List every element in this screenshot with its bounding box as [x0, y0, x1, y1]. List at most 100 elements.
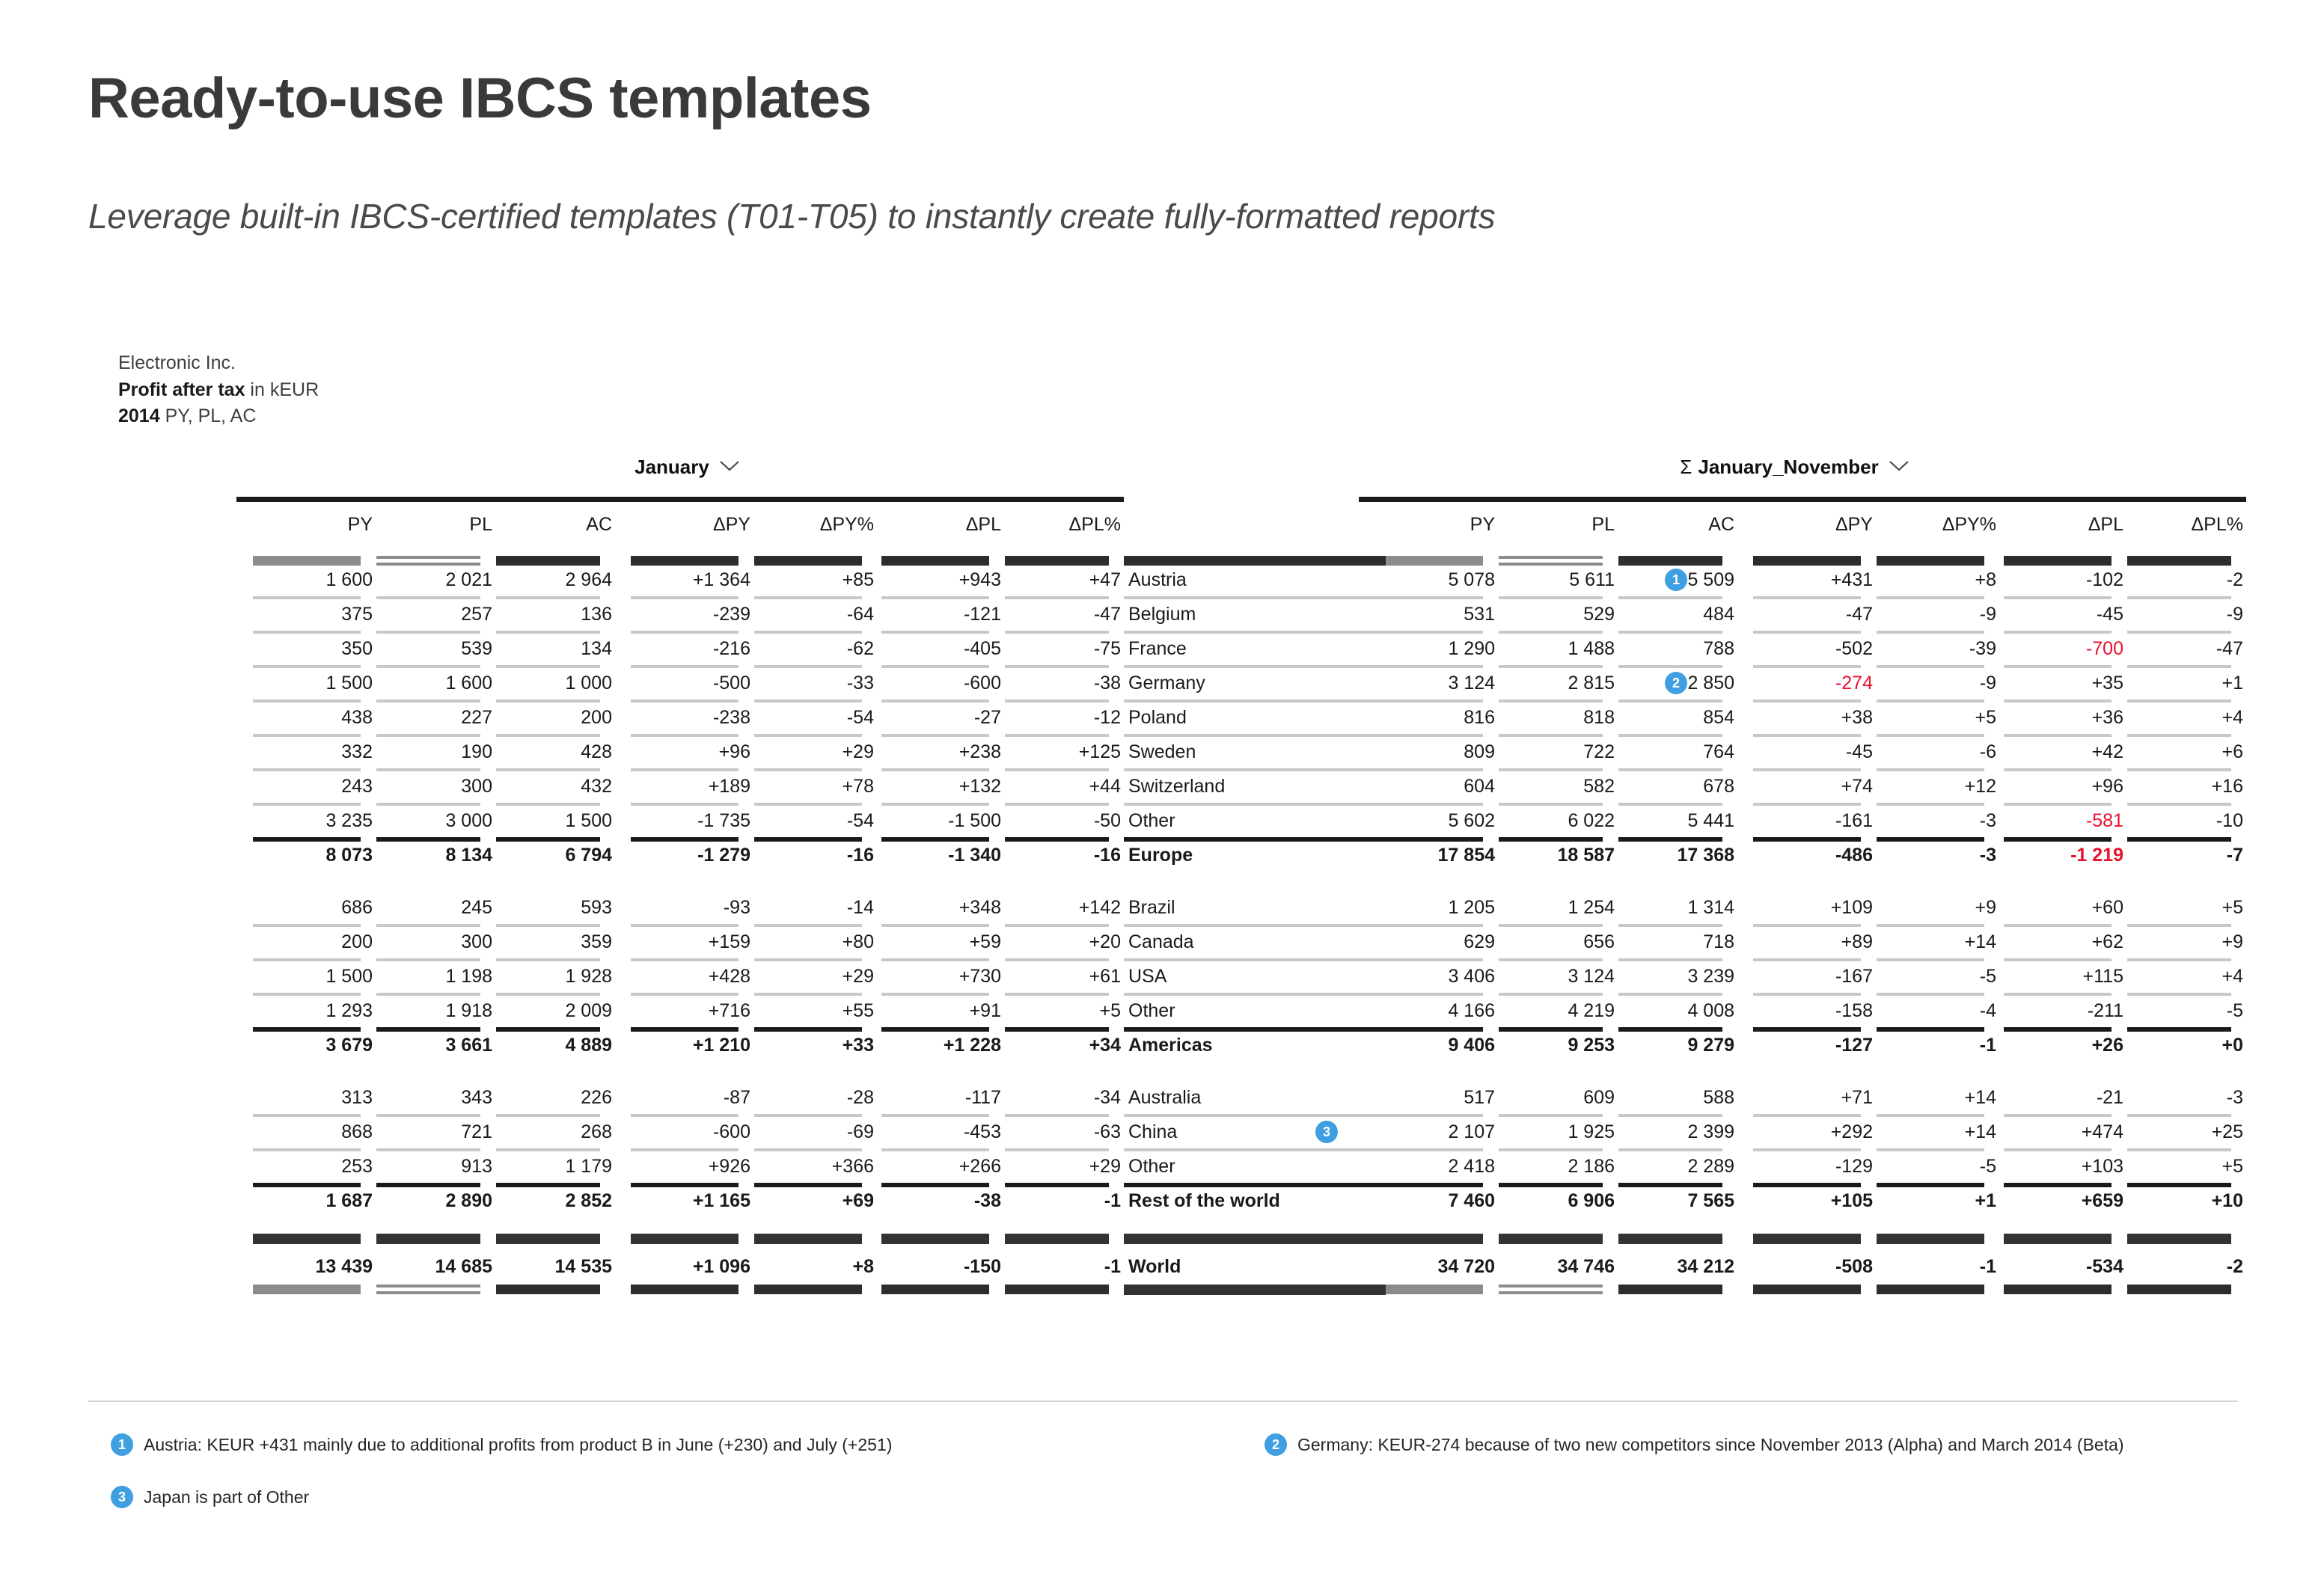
row-sep-left-1-5 — [881, 630, 989, 634]
row-label-16: Other — [1128, 1155, 1175, 1177]
row-sep-right-9-6 — [2127, 923, 2231, 927]
report-header: Electronic Inc. Profit after tax in kEUR… — [118, 350, 2146, 430]
slide-canvas: Ready-to-use IBCS templates Leverage bui… — [0, 0, 2324, 1592]
footnote-marker-3-inline[interactable]: 3 — [1315, 1120, 1338, 1143]
footer-kpi-left-delta-6 — [1005, 1284, 1109, 1294]
footnote-2: 2 Germany: KEUR-274 because of two new co… — [1265, 1433, 2124, 1457]
cell-right-12-6: -5 — [2226, 999, 2243, 1021]
footnote-marker-2-inline[interactable]: 2 — [1665, 671, 1687, 694]
panel-title-left[interactable]: January — [492, 456, 881, 479]
row-sep-left-6-0 — [253, 802, 361, 806]
row-sep-left-11-4 — [754, 992, 862, 996]
cell-left-16-6: +29 — [1089, 1155, 1121, 1177]
row-sep-left-4-5 — [881, 733, 989, 737]
chevron-down-icon[interactable] — [1889, 460, 1909, 471]
footer-kpi-left-py-0 — [253, 1284, 361, 1294]
kpi-marker-right-py-0 — [1375, 555, 1483, 566]
row-sep-left-11-3 — [631, 992, 739, 996]
footnote-3: 3 Japan is part of Other — [111, 1486, 309, 1510]
row-sep-right-10-1 — [1499, 958, 1603, 961]
kpi-marker-right-delta-3 — [1753, 555, 1861, 566]
row-sep-right-14-0 — [1375, 1113, 1483, 1117]
row-sep-right-14-4 — [1877, 1113, 1984, 1117]
footnote-marker-3[interactable]: 3 — [111, 1486, 133, 1508]
kpi-marker-right-ac-2 — [1618, 555, 1722, 566]
row-sep-left-10-5 — [881, 958, 989, 961]
row-sep-right-15-2 — [1618, 1148, 1722, 1151]
footer-kpi-left-delta-4 — [754, 1284, 862, 1294]
row-sep-left-2-3 — [631, 664, 739, 668]
group-rule-left-7-2 — [496, 836, 600, 842]
row-sep-left-5-6 — [1005, 768, 1109, 771]
row-sep-right-15-3 — [1753, 1148, 1861, 1151]
row-sep-left-10-3 — [631, 958, 739, 961]
group-rule-right-16-4 — [1877, 1182, 1984, 1187]
cell-right-0-6: -2 — [2226, 569, 2243, 590]
row-sep-left-1-6 — [1005, 630, 1109, 634]
row-sep-right-1-2 — [1618, 630, 1722, 634]
label-sep-14 — [1124, 1113, 1386, 1117]
row-sep-left-4-1 — [376, 733, 480, 737]
row-sep-left-14-4 — [754, 1113, 862, 1117]
row-sep-right-10-3 — [1753, 958, 1861, 961]
footnote-marker-2[interactable]: 2 — [1265, 1433, 1287, 1456]
chevron-down-icon[interactable] — [720, 460, 739, 471]
group-rule-right-12-4 — [1877, 1026, 1984, 1032]
row-label-10: Canada — [1128, 931, 1194, 952]
row-sep-right-15-6 — [2127, 1148, 2231, 1151]
label-group-rule-12 — [1124, 1026, 1386, 1032]
row-sep-right-5-1 — [1499, 768, 1603, 771]
measure-name: Profit after tax — [118, 379, 245, 400]
row-sep-right-6-6 — [2127, 802, 2231, 806]
row-sep-left-11-6 — [1005, 992, 1109, 996]
row-sep-right-9-0 — [1375, 923, 1483, 927]
row-sep-left-6-4 — [754, 802, 862, 806]
group-rule-right-12-6 — [2127, 1026, 2231, 1032]
row-sep-left-10-2 — [496, 958, 600, 961]
cell-left-5-6: +125 — [1078, 741, 1121, 762]
group-rule-left-7-1 — [376, 836, 480, 842]
group-rule-left-7-0 — [253, 836, 361, 842]
row-sep-left-9-4 — [754, 923, 862, 927]
row-sep-right-2-1 — [1499, 664, 1603, 668]
cell-right-10-6: +9 — [2221, 931, 2243, 952]
row-label-17: Rest of the world — [1128, 1190, 1280, 1211]
row-label-14: Australia — [1128, 1086, 1202, 1108]
cell-right-18-6: -2 — [2226, 1255, 2243, 1277]
label-sep-5 — [1124, 768, 1386, 771]
kpi-marker-left-delta-6 — [1005, 555, 1109, 566]
column-header-left-AC: AC — [586, 513, 612, 535]
row-sep-left-0-2 — [496, 596, 600, 599]
row-sep-left-0-0 — [253, 596, 361, 599]
kpi-marker-left-delta-3 — [631, 555, 739, 566]
group-rule-left-7-4 — [754, 836, 862, 842]
row-sep-right-11-5 — [2004, 992, 2112, 996]
row-sep-left-6-2 — [496, 802, 600, 806]
kpi-marker-left-py-0 — [253, 555, 361, 566]
row-label-15: China — [1128, 1121, 1178, 1142]
footer-kpi-left-delta-5 — [881, 1284, 989, 1294]
group-rule-right-7-0 — [1375, 836, 1483, 842]
row-sep-left-4-4 — [754, 733, 862, 737]
row-sep-right-15-1 — [1499, 1148, 1603, 1151]
world-top-rule-left-5 — [881, 1233, 989, 1244]
world-top-rule-left-2 — [496, 1233, 600, 1244]
group-rule-left-7-3 — [631, 836, 739, 842]
cell-right-9-6: +5 — [2221, 896, 2243, 918]
cell-left-1-6: -47 — [1093, 603, 1121, 625]
group-rule-right-7-6 — [2127, 836, 2231, 842]
row-sep-left-9-0 — [253, 923, 361, 927]
row-sep-right-10-2 — [1618, 958, 1722, 961]
footnote-marker-1-inline[interactable]: 1 — [1665, 568, 1687, 591]
row-label-9: Brazil — [1128, 896, 1175, 918]
footer-kpi-right-delta-4 — [1877, 1284, 1984, 1294]
footer-kpi-right-pl-1 — [1499, 1284, 1603, 1294]
panel-title-right[interactable]: Σ January_November — [1600, 456, 1989, 479]
footnote-marker-1[interactable]: 1 — [111, 1433, 133, 1456]
row-sep-right-3-0 — [1375, 699, 1483, 702]
row-sep-right-5-3 — [1753, 768, 1861, 771]
row-sep-left-3-2 — [496, 699, 600, 702]
row-sep-right-11-0 — [1375, 992, 1483, 996]
cell-right-5-6: +6 — [2221, 741, 2243, 762]
row-sep-right-9-4 — [1877, 923, 1984, 927]
